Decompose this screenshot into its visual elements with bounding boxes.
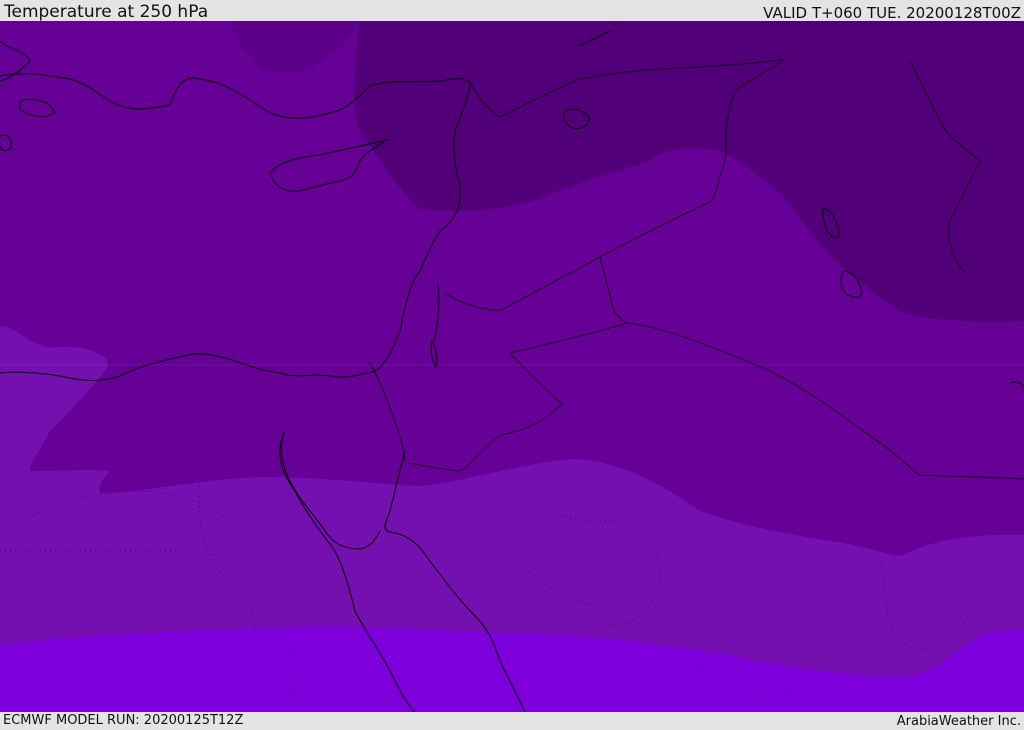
map-canvas bbox=[0, 21, 1024, 712]
weather-map[interactable] bbox=[0, 21, 1024, 712]
credit-text: ArabiaWeather Inc. bbox=[896, 714, 1021, 729]
footer-bar: ECMWF MODEL RUN: 20200125T12Z ArabiaWeat… bbox=[0, 712, 1024, 729]
model-run: ECMWF MODEL RUN: 20200125T12Z bbox=[3, 713, 244, 728]
map-title: Temperature at 250 hPa bbox=[4, 2, 209, 22]
valid-time: VALID T+060 TUE. 20200128T00Z bbox=[763, 4, 1021, 22]
header-bar: Temperature at 250 hPa VALID T+060 TUE. … bbox=[0, 0, 1024, 21]
